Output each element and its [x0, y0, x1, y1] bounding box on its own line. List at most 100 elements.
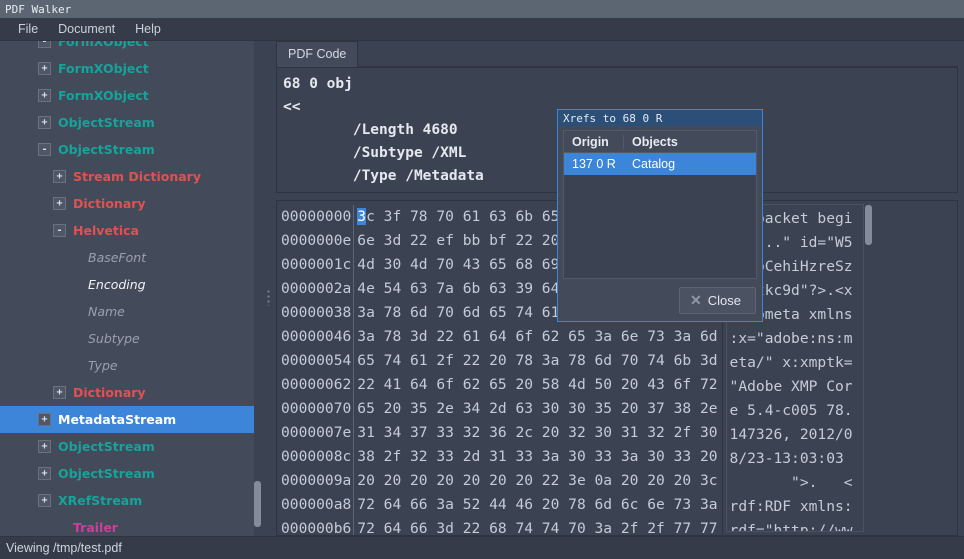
main-split-area: - FormXObject + FormXObject + FormXObject + Obj…: [0, 41, 964, 536]
tree-item-xrefstream[interactable]: + XRefStream: [0, 487, 262, 514]
hex-offset: 0000009a: [281, 472, 352, 490]
ascii-row[interactable]: e 5.4-c005 78.: [730, 399, 863, 423]
splitter-grip-icon: [267, 289, 270, 306]
hex-row[interactable]: 20 20 20 20 20 20 20 22 3e 0a 20 20 20 3…: [357, 469, 717, 493]
expand-icon[interactable]: +: [38, 62, 51, 75]
expand-icon[interactable]: +: [38, 413, 51, 426]
tree-item-formxobject[interactable]: + FormXObject: [0, 55, 262, 82]
hex-row[interactable]: 38 2f 32 33 2d 31 33 3a 30 33 3a 30 33 2…: [357, 445, 717, 469]
hex-offset: 00000062: [281, 376, 352, 394]
tree-item-helvetica[interactable]: - Helvetica: [0, 217, 262, 244]
tree-item-basefont[interactable]: BaseFont: [0, 244, 262, 271]
collapse-icon[interactable]: -: [38, 143, 51, 156]
tabbar: PDF Code: [276, 41, 958, 67]
tree-item-formxobject[interactable]: - FormXObject: [0, 41, 262, 55]
hex-row[interactable]: 65 20 35 2e 34 2d 63 30 30 35 20 37 38 2…: [357, 397, 717, 421]
tree-item-label: FormXObject: [58, 61, 149, 76]
window-title: PDF Walker: [5, 2, 72, 16]
tree-item-label: Dictionary: [73, 196, 146, 211]
hex-row[interactable]: 65 74 61 2f 22 20 78 3a 78 6d 70 74 6b 3…: [357, 349, 717, 373]
xrefs-column-objects[interactable]: Objects: [624, 135, 756, 149]
statusbar: Viewing /tmp/test.pdf: [0, 536, 964, 559]
xrefs-dialog-body: Origin Objects 137 0 R Catalog: [558, 126, 762, 279]
hex-offset: 000000b6: [281, 520, 352, 535]
close-button[interactable]: ✕ Close: [679, 286, 756, 314]
tree-item-objectstream[interactable]: + ObjectStream: [0, 433, 262, 460]
window-titlebar: PDF Walker: [0, 0, 964, 18]
object-tree-panel[interactable]: - FormXObject + FormXObject + FormXObject + Obj…: [0, 41, 262, 536]
tree-item-name[interactable]: Name: [0, 298, 262, 325]
collapse-icon[interactable]: -: [53, 224, 66, 237]
tree-item-label: ObjectStream: [58, 115, 155, 130]
panel-splitter[interactable]: [262, 41, 276, 536]
expand-icon[interactable]: +: [53, 170, 66, 183]
tree-item-label: XRefStream: [58, 493, 143, 508]
tabbar-filler: [358, 65, 958, 67]
pdf-code-line: 68 0 obj: [283, 76, 353, 92]
menubar: File Document Help: [0, 18, 964, 41]
ascii-scrollbar[interactable]: [863, 201, 873, 535]
xrefs-table-row[interactable]: 137 0 R Catalog: [564, 153, 756, 175]
tree-item-trailer[interactable]: Trailer: [0, 514, 262, 536]
hex-offset: 0000008c: [281, 448, 352, 466]
tree-item-label: Stream Dictionary: [73, 169, 201, 184]
xrefs-cell-objects: Catalog: [632, 157, 676, 171]
hex-offset: 0000007e: [281, 424, 352, 442]
expand-icon[interactable]: +: [53, 197, 66, 210]
hex-row[interactable]: 72 64 66 3a 52 44 46 20 78 6d 6c 6e 73 3…: [357, 493, 717, 517]
tree-item-objectstream[interactable]: + ObjectStream: [0, 109, 262, 136]
ascii-row[interactable]: rdf="http://ww: [730, 519, 863, 531]
xrefs-column-origin[interactable]: Origin: [564, 134, 624, 149]
expand-icon[interactable]: +: [53, 386, 66, 399]
collapse-icon[interactable]: -: [38, 41, 51, 48]
menu-item-help[interactable]: Help: [125, 20, 171, 38]
xrefs-table[interactable]: Origin Objects 137 0 R Catalog: [563, 130, 757, 279]
ascii-row[interactable]: eta/" x:xmptk=: [730, 351, 863, 375]
tree-item-label: Type: [88, 358, 118, 373]
xrefs-dialog[interactable]: Xrefs to 68 0 R Origin Objects 137 0 R C…: [557, 109, 763, 322]
hex-selected-nibble[interactable]: 3: [357, 208, 367, 226]
expand-icon[interactable]: +: [38, 440, 51, 453]
menu-item-file[interactable]: File: [8, 20, 48, 38]
xrefs-cell-origin: 137 0 R: [572, 157, 616, 171]
hex-row[interactable]: 22 41 64 6f 62 65 20 58 4d 50 20 43 6f 7…: [357, 373, 717, 397]
tree-item-objectstream[interactable]: - ObjectStream: [0, 136, 262, 163]
hex-offset: 00000000: [281, 208, 352, 226]
hex-row[interactable]: 3a 78 3d 22 61 64 6f 62 65 3a 6e 73 3a 6…: [357, 325, 717, 349]
expand-icon[interactable]: +: [38, 467, 51, 480]
hex-row[interactable]: 31 34 37 33 32 36 2c 20 32 30 31 32 2f 3…: [357, 421, 717, 445]
ascii-row[interactable]: rdf:RDF xmlns:: [730, 495, 863, 519]
tree-item-stream-dictionary[interactable]: + Stream Dictionary: [0, 163, 262, 190]
xrefs-dialog-footer: ✕ Close: [558, 279, 762, 321]
tree-item-subtype[interactable]: Subtype: [0, 325, 262, 352]
tree-item-label: FormXObject: [58, 88, 149, 103]
hex-offset: 000000a8: [281, 496, 352, 514]
hex-offset: 0000000e: [281, 232, 352, 250]
ascii-row[interactable]: 8/23-13:03:03: [730, 447, 863, 471]
tree-item-encoding[interactable]: Encoding: [0, 271, 262, 298]
expand-icon[interactable]: +: [38, 116, 51, 129]
tree-scrollbar-thumb[interactable]: [254, 481, 261, 527]
ascii-scrollbar-thumb[interactable]: [864, 205, 872, 246]
tree-item-formxobject[interactable]: + FormXObject: [0, 82, 262, 109]
ascii-row[interactable]: 147326, 2012/0: [730, 423, 863, 447]
tree-item-label: Name: [88, 304, 125, 319]
object-tree[interactable]: - FormXObject + FormXObject + FormXObject + Obj…: [0, 41, 262, 536]
tree-item-dictionary[interactable]: + Dictionary: [0, 190, 262, 217]
ascii-row[interactable]: :x="adobe:ns:m: [730, 327, 863, 351]
tab-pdf-code[interactable]: PDF Code: [276, 41, 359, 67]
tree-item-type[interactable]: Type: [0, 352, 262, 379]
menu-item-document[interactable]: Document: [48, 20, 125, 38]
ascii-row[interactable]: ">. <: [730, 471, 863, 495]
tree-item-metadatastream[interactable]: + MetadataStream: [0, 406, 262, 433]
close-button-label: Close: [707, 292, 741, 308]
ascii-row[interactable]: "Adobe XMP Cor: [730, 375, 863, 399]
tree-item-objectstream[interactable]: + ObjectStream: [0, 460, 262, 487]
tree-item-dictionary[interactable]: + Dictionary: [0, 379, 262, 406]
tree-scrollbar[interactable]: [254, 41, 262, 536]
hex-row[interactable]: 72 64 66 3d 22 68 74 74 70 3a 2f 2f 77 7…: [357, 517, 717, 535]
expand-icon[interactable]: +: [38, 89, 51, 102]
tree-item-label: ObjectStream: [58, 439, 155, 454]
hex-offset: 00000046: [281, 328, 352, 346]
expand-icon[interactable]: +: [38, 494, 51, 507]
